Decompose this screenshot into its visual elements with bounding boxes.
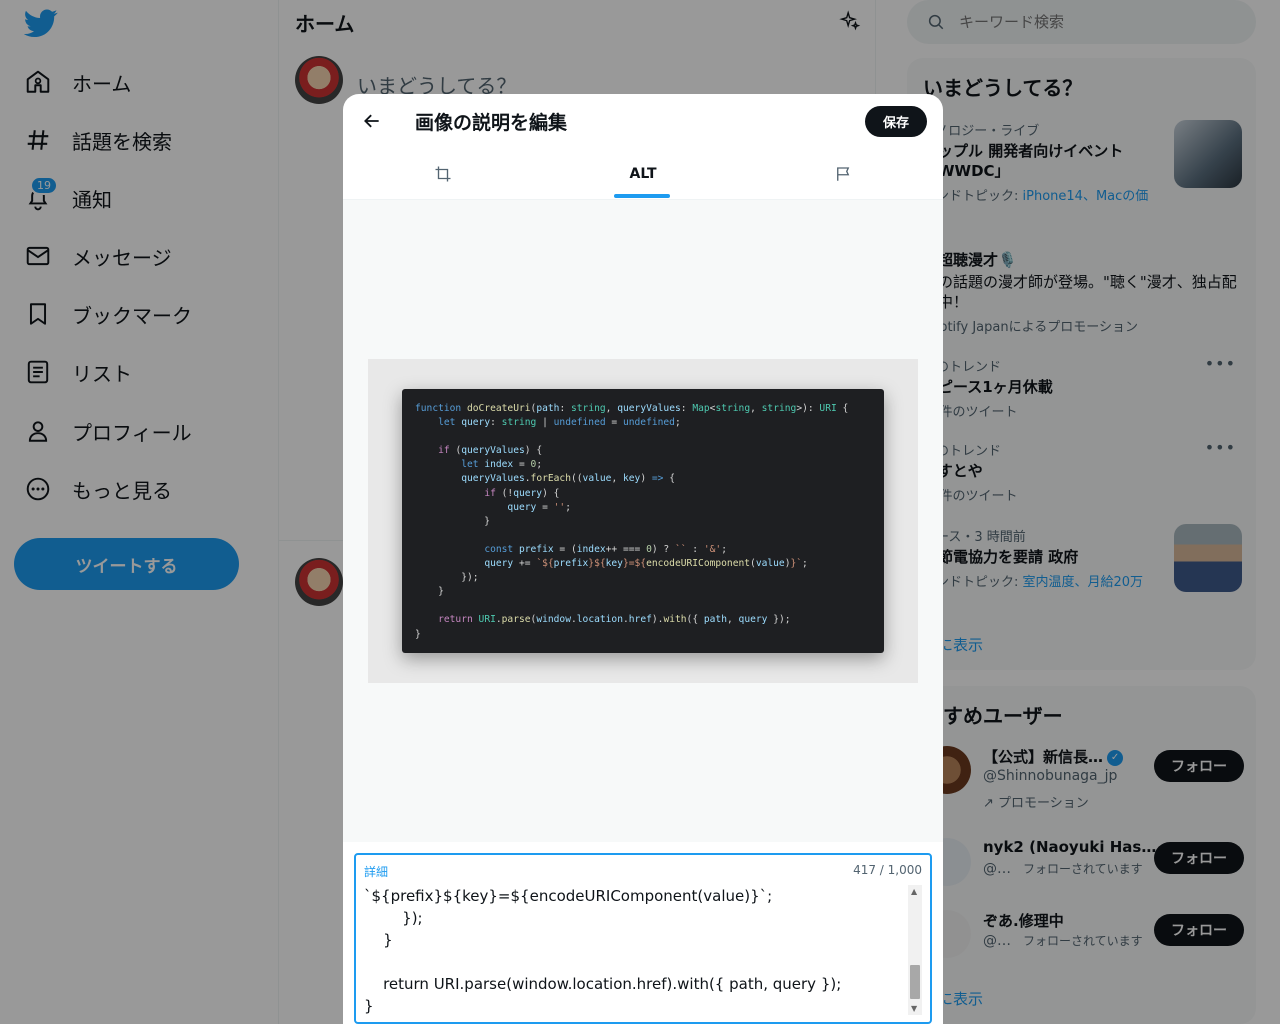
- alt-line: `${prefix}${key}=${encodeURIComponent(va…: [364, 887, 773, 905]
- alt-textarea[interactable]: `${prefix}${key}=${encodeURIComponent(va…: [364, 885, 904, 1019]
- alt-line: }: [364, 931, 393, 949]
- flag-icon: [837, 166, 850, 181]
- edit-image-description-dialog: 画像の説明を編集 保存 ALT function doCreateUri(pat…: [343, 94, 943, 1024]
- dialog-title: 画像の説明を編集: [415, 112, 568, 134]
- scroll-up-icon[interactable]: ▲: [911, 887, 917, 896]
- alt-text-field[interactable]: 詳細 417 / 1,000 `${prefix}${key}=${encode…: [354, 853, 932, 1024]
- alt-line: });: [364, 909, 423, 927]
- tab-crop[interactable]: [343, 147, 543, 200]
- alt-line: return URI.parse(window.location.href).w…: [364, 975, 842, 993]
- active-tab-indicator: [614, 194, 670, 198]
- crop-icon: [435, 166, 451, 181]
- alt-line: }: [364, 997, 374, 1015]
- image-preview: function doCreateUri(path: string, query…: [368, 359, 918, 683]
- tab-alt[interactable]: ALT: [543, 147, 743, 200]
- arrow-left-icon: [364, 114, 379, 128]
- save-button[interactable]: 保存: [865, 106, 927, 137]
- scroll-thumb[interactable]: [910, 965, 920, 999]
- alt-field-label: 詳細: [364, 865, 389, 879]
- character-count: 417 / 1,000: [853, 863, 922, 877]
- edit-tabs: ALT: [343, 147, 943, 200]
- code-screenshot-image: function doCreateUri(path: string, query…: [402, 389, 884, 653]
- dialog-header: 画像の説明を編集 保存: [343, 94, 943, 147]
- image-preview-area: function doCreateUri(path: string, query…: [343, 200, 943, 842]
- back-button[interactable]: [355, 104, 389, 138]
- alt-line: [364, 951, 904, 973]
- scrollbar[interactable]: ▲ ▼: [908, 885, 922, 1015]
- scroll-down-icon[interactable]: ▼: [911, 1004, 917, 1013]
- tab-content-warning[interactable]: [743, 147, 943, 200]
